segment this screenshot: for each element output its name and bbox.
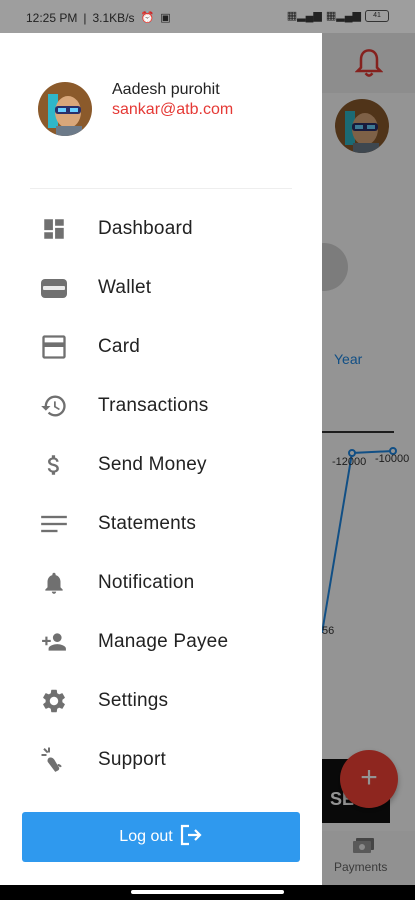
logout-button[interactable]: Log out [22,812,300,862]
system-navigation-bar [0,885,415,900]
menu-item-label: Notification [98,572,195,593]
menu-item-label: Manage Payee [98,631,229,652]
menu-item-label: Wallet [98,277,152,298]
menu-item-label: Dashboard [98,218,193,239]
menu-item-label: Card [98,336,140,357]
notification-status-icon: ▣ [160,12,171,24]
bell-icon [38,567,70,599]
menu-item-notification[interactable]: Notification [0,557,322,609]
menu-item-dashboard[interactable]: Dashboard [0,203,322,255]
menu-item-label: Settings [98,690,169,711]
support-icon [38,744,70,776]
home-gesture-handle[interactable] [131,890,284,894]
profile-divider [30,188,292,189]
gear-icon [38,685,70,717]
battery-icon: 41 [365,10,389,22]
menu-item-send-money[interactable]: Send Money [0,439,322,491]
menu-item-card[interactable]: Card [0,321,322,373]
credit-card-icon [38,331,70,363]
status-separator: | [83,11,87,25]
history-icon [38,390,70,422]
menu-item-label: Send Money [98,454,207,475]
status-time: 12:25 PM [26,11,78,25]
menu-item-label: Support [98,749,166,770]
profile-name: Aadesh purohit [112,81,220,98]
menu-item-statements[interactable]: Statements [0,498,322,550]
sim2-signal-icon: ▦▂▄▆ [325,10,361,22]
dashboard-icon [38,213,70,245]
menu-item-settings[interactable]: Settings [0,675,322,727]
wallet-icon [38,272,70,304]
status-network-speed: 3.1KB/s [92,11,135,25]
menu-item-label: Transactions [98,395,209,416]
list-icon [38,508,70,540]
alarm-icon: ⏰ [140,12,155,24]
menu-item-wallet[interactable]: Wallet [0,262,322,314]
dollar-icon [38,449,70,481]
profile-avatar[interactable] [38,82,92,136]
status-bar: 12:25 PM | 3.1KB/s ⏰ ▣ ▦▂▄▆ ▦▂▄▆ 41 [0,0,415,33]
logout-label: Log out [119,828,173,845]
menu-item-transactions[interactable]: Transactions [0,380,322,432]
menu-item-manage-payee[interactable]: Manage Payee [0,616,322,668]
user-avatar-icon [38,82,92,136]
menu-item-label: Statements [98,513,197,534]
navigation-drawer: Aadesh purohit sankar@atb.com Dashboard … [0,33,322,885]
logout-icon [179,824,203,851]
sim1-signal-icon: ▦▂▄▆ [286,10,322,22]
menu-item-support[interactable]: Support [0,734,322,786]
person-add-icon [38,626,70,658]
profile-email: sankar@atb.com [112,101,234,118]
